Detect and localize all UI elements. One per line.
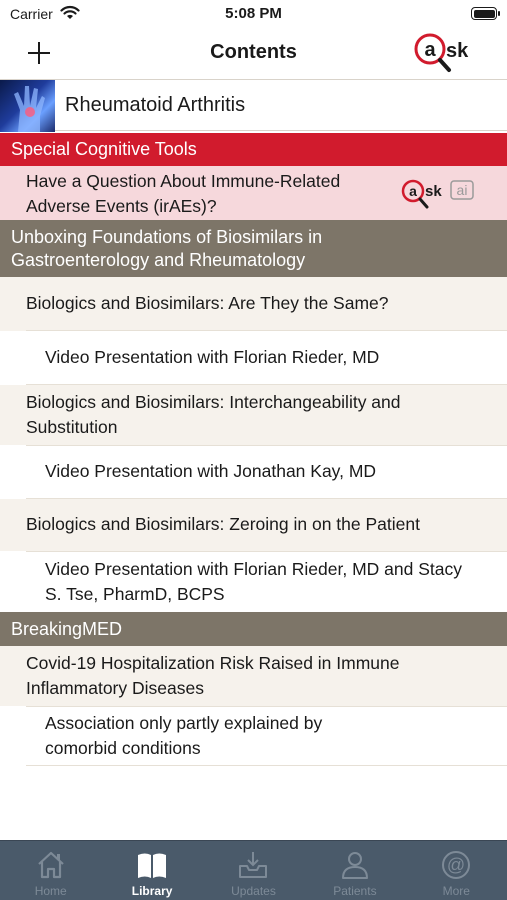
battery-icon <box>471 7 500 20</box>
svg-text:ai: ai <box>457 182 468 198</box>
item-title-line-1: Video Presentation with Florian Rieder, … <box>45 559 462 579</box>
item-title-line-2: Substitution <box>26 417 118 437</box>
svg-text:a: a <box>409 183 417 199</box>
tab-label: More <box>442 884 470 898</box>
item-title: Video Presentation with Jonathan Kay, MD <box>45 461 377 481</box>
list-item-covid-association[interactable]: Association only partly explained by com… <box>0 707 507 765</box>
section-title-line-1: Unboxing Foundations of Biosimilars in <box>11 227 323 247</box>
topic-header[interactable]: Rheumatoid Arthritis <box>0 79 507 132</box>
item-title-line-1: Biologics and Biosimilars: Interchangeab… <box>26 392 401 412</box>
ask-question-row[interactable]: Have a Question About Immune-Related Adv… <box>0 166 507 220</box>
section-title: Special Cognitive Tools <box>11 139 197 159</box>
list-item-are-they-same[interactable]: Biologics and Biosimilars: Are They the … <box>0 277 507 331</box>
svg-text:sk: sk <box>446 40 469 62</box>
tab-label: Library <box>131 884 173 898</box>
list-item-video-rieder[interactable]: Video Presentation with Florian Rieder, … <box>0 331 507 384</box>
tab-patients[interactable]: Patients <box>304 841 405 900</box>
item-title-line-2: S. Tse, PharmD, BCPS <box>45 584 225 604</box>
topic-thumbnail <box>0 80 55 132</box>
tab-label: Home <box>34 884 67 898</box>
list-item-video-kay[interactable]: Video Presentation with Jonathan Kay, MD <box>0 446 507 498</box>
list-item-zeroing[interactable]: Biologics and Biosimilars: Zeroing in on… <box>0 499 507 551</box>
tab-more[interactable]: @ More <box>406 841 507 900</box>
at-sign-icon: @ <box>442 851 471 879</box>
item-title: Biologics and Biosimilars: Zeroing in on… <box>26 514 420 534</box>
topic-title: Rheumatoid Arthritis <box>65 94 246 116</box>
svg-text:@: @ <box>447 855 465 875</box>
list-item-video-rieder-tse[interactable]: Video Presentation with Florian Rieder, … <box>0 552 507 612</box>
tab-label: Patients <box>333 884 377 898</box>
item-title-line-2: comorbid conditions <box>45 738 201 758</box>
nav-bar: Contents a sk <box>0 28 507 78</box>
ask-ai-icon: a sk ai <box>401 179 474 209</box>
item-title: Biologics and Biosimilars: Are They the … <box>26 293 389 313</box>
home-icon <box>37 851 64 879</box>
status-bar: Carrier 5:08 PM <box>0 0 507 28</box>
person-icon <box>341 852 368 879</box>
tab-library[interactable]: Library <box>101 841 202 900</box>
status-time: 5:08 PM <box>225 5 282 22</box>
list-item-interchangeability[interactable]: Biologics and Biosimilars: Interchangeab… <box>0 385 507 445</box>
tab-bar: Home Library Updates Patients @ More <box>0 840 507 900</box>
svg-text:a: a <box>424 39 436 61</box>
list-item-covid[interactable]: Covid-19 Hospitalization Risk Raised in … <box>0 646 507 706</box>
svg-text:sk: sk <box>425 183 442 200</box>
tab-label: Updates <box>231 884 276 898</box>
item-title-line-2: Inflammatory Diseases <box>26 678 204 698</box>
tab-home[interactable]: Home <box>0 841 101 900</box>
section-biosimilars: Unboxing Foundations of Biosimilars in G… <box>0 220 507 277</box>
section-title: BreakingMED <box>11 619 123 639</box>
section-title-line-2: Gastroenterology and Rheumatology <box>11 250 306 270</box>
ask-question-line-1: Have a Question About Immune-Related <box>26 171 341 191</box>
item-title-line-1: Covid-19 Hospitalization Risk Raised in … <box>26 653 400 673</box>
ask-question-line-2: Adverse Events (irAEs)? <box>26 196 217 216</box>
section-special-cognitive-tools: Special Cognitive Tools <box>0 133 507 166</box>
inbox-download-icon <box>239 852 268 878</box>
ask-logo-button[interactable]: a sk <box>413 30 485 74</box>
divider <box>26 765 507 766</box>
item-title-line-1: Association only partly explained by <box>45 713 323 733</box>
book-icon <box>138 853 167 878</box>
section-breakingmed: BreakingMED <box>0 612 507 646</box>
tab-updates[interactable]: Updates <box>203 841 304 900</box>
item-title: Video Presentation with Florian Rieder, … <box>45 347 380 367</box>
